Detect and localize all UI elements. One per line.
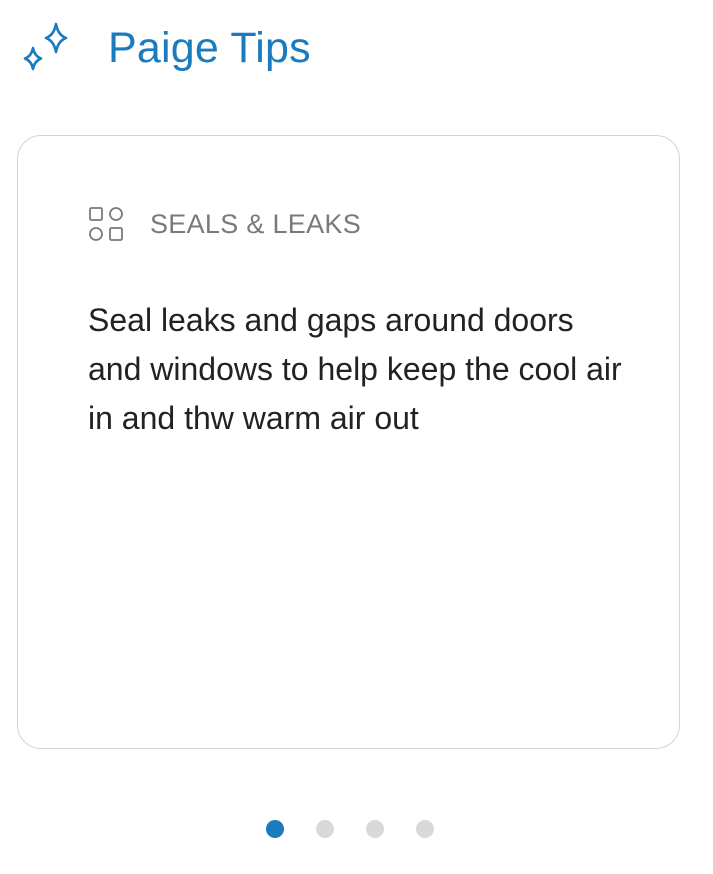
sparkle-icon bbox=[23, 22, 68, 71]
pagination-dot-1[interactable] bbox=[266, 820, 284, 838]
pagination-dots bbox=[266, 820, 434, 838]
header: Paige Tips bbox=[16, 18, 311, 78]
pagination-dot-2[interactable] bbox=[316, 820, 334, 838]
tip-card[interactable]: SEALS & LEAKS Seal leaks and gaps around… bbox=[17, 135, 680, 749]
categories-grid-icon bbox=[89, 207, 123, 241]
tip-category: SEALS & LEAKS bbox=[88, 206, 361, 242]
pagination-dot-4[interactable] bbox=[416, 820, 434, 838]
tip-category-label: SEALS & LEAKS bbox=[150, 208, 362, 239]
pagination-dot-3[interactable] bbox=[366, 820, 384, 838]
tip-text: Seal leaks and gaps around doors and win… bbox=[88, 302, 622, 436]
page-title: Paige Tips bbox=[108, 24, 311, 72]
